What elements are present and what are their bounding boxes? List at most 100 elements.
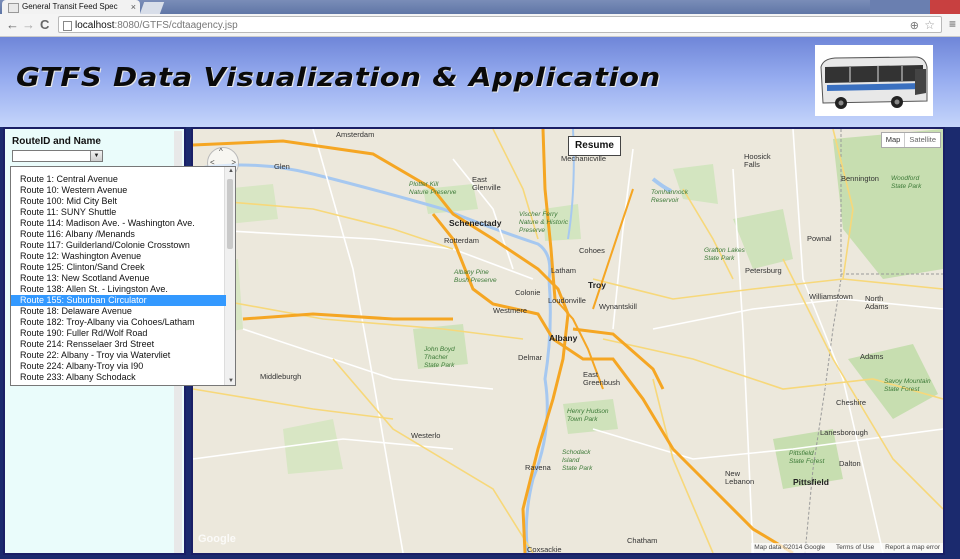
map-label-hoosick-falls: Hoosick Falls: [744, 152, 771, 169]
browser-toolbar: ← → C localhost:8080/GTFS/cdtaagency.jsp…: [0, 14, 960, 37]
scrollbar-thumb[interactable]: [227, 179, 233, 249]
scroll-up-icon[interactable]: ▲: [228, 168, 234, 174]
map-type-map-button[interactable]: Map: [882, 133, 905, 147]
tab-title: General Transit Feed Spec: [22, 2, 118, 11]
page-icon: [63, 21, 72, 31]
map-label-pittsfield-sf: Pittsfield State Forest: [789, 450, 825, 465]
route-option[interactable]: Route 18: Delaware Avenue: [11, 306, 226, 317]
browser-tab-bar: General Transit Feed Spec ×: [0, 0, 960, 14]
address-bar[interactable]: localhost:8080/GTFS/cdtaagency.jsp ⊕ ☆: [58, 16, 942, 33]
map-label-cheshire: Cheshire: [836, 398, 867, 407]
map-panel[interactable]: ^ < > Amsterdam Mechanicville Hoosick Fall…: [191, 127, 945, 555]
map-label-chatham: Chatham: [627, 536, 658, 545]
route-option[interactable]: Route 116: Albany /Menands: [11, 229, 226, 240]
close-tab-icon[interactable]: ×: [131, 0, 136, 14]
map-label-woodford: Woodford State Park: [891, 175, 922, 190]
page-header: GTFS Data Visualization & Application: [0, 37, 960, 127]
map-label-new-lebanon: New Lebanon: [725, 469, 755, 486]
route-option[interactable]: Route 190: Fuller Rd/Wolf Road: [11, 328, 226, 339]
map-label-loudonville: Loudonville: [548, 296, 586, 305]
map-label-schodack: Schodack Island State Park: [562, 449, 593, 472]
url-path: :8080/GTFS/cdtaagency.jsp: [114, 20, 238, 31]
map-label-ravena: Ravena: [525, 463, 551, 472]
minimize-button[interactable]: [870, 0, 900, 14]
map-label-east-greenbush: East Greenbush: [583, 370, 621, 387]
back-arrow-icon[interactable]: ←: [6, 17, 19, 33]
map-label-savoy: Savoy Mountain State Forest: [884, 378, 931, 393]
route-option[interactable]: Route 100: Mid City Belt: [11, 196, 226, 207]
map-label-dalton: Dalton: [839, 459, 861, 468]
map-data-credit: Map data ©2014 Google: [754, 544, 826, 551]
route-option[interactable]: Route 233: Albany Schodack: [11, 372, 226, 383]
route-option[interactable]: Route 22: Albany - Troy via Watervliet: [11, 350, 226, 361]
route-option[interactable]: Route 224: Albany-Troy via I90: [11, 361, 226, 372]
map-label-troy: Troy: [588, 280, 606, 290]
map-label-google: Google: [198, 533, 236, 545]
map-label-plotter-kill: Plotter Kill Nature Preserve: [409, 181, 457, 196]
route-option[interactable]: Route 12: Washington Avenue: [11, 251, 226, 262]
route-dropdown-list[interactable]: ▲ ▼ Route 1: Central Avenue Route 10: Wes…: [10, 166, 236, 386]
forward-arrow-icon[interactable]: →: [22, 17, 35, 33]
map-label-east-glenville: East Glenville: [472, 175, 501, 192]
route-option[interactable]: Route 214: Rensselaer 3rd Street: [11, 339, 226, 350]
route-option[interactable]: Route 114: Madison Ave. - Washington Ave…: [11, 218, 226, 229]
route-option[interactable]: Route 138: Allen St. - Livingston Ave.: [11, 284, 226, 295]
route-option[interactable]: Route 117: Guilderland/Colonie Crosstown: [11, 240, 226, 251]
close-window-button[interactable]: [930, 0, 960, 14]
map-label-amsterdam: Amsterdam: [336, 130, 375, 139]
map-label-tomhannock: Tomhannock Reservoir: [651, 189, 688, 204]
map-attribution: Map data ©2014 Google Terms of Use Repor…: [751, 543, 943, 553]
map-label-schenectady: Schenectady: [449, 218, 502, 228]
terms-of-use-link[interactable]: Terms of Use: [836, 544, 874, 551]
route-select[interactable]: ▼: [12, 150, 103, 162]
new-tab-button[interactable]: [139, 2, 165, 14]
maximize-button[interactable]: [900, 0, 930, 14]
route-option[interactable]: Route 125: Clinton/Sand Creek: [11, 262, 226, 273]
route-label: RouteID and Name: [12, 136, 101, 147]
resume-button[interactable]: Resume: [568, 136, 621, 156]
route-option[interactable]: Route 11: SUNY Shuttle: [11, 207, 226, 218]
map-label-latham: Latham: [551, 266, 577, 275]
map-label-wynantskill: Wynantskill: [599, 302, 637, 311]
map-label-bennington: Bennington: [841, 174, 879, 183]
page-favicon-icon: [8, 3, 19, 13]
route-option[interactable]: Route 1: Central Avenue: [11, 174, 226, 185]
map-label-grafton: Grafton Lakes State Park: [704, 247, 745, 262]
pan-up-icon[interactable]: ^: [219, 147, 223, 156]
reload-icon[interactable]: C: [40, 17, 49, 33]
zoom-icon[interactable]: ⊕: [910, 18, 919, 35]
map-label-delmar: Delmar: [518, 353, 543, 362]
map-type-control[interactable]: Map Satellite: [880, 132, 941, 148]
map-type-satellite-button[interactable]: Satellite: [904, 133, 940, 147]
map-label-rotterdam: Rotterdam: [444, 236, 480, 245]
route-option[interactable]: Route 13: New Scotland Avenue: [11, 273, 226, 284]
map-label-petersburg: Petersburg: [745, 266, 782, 275]
map-label-adams: Adams: [860, 352, 884, 361]
map-label-coxsackie: Coxsackie: [527, 545, 562, 554]
map-label-lanesborough: Lanesborough: [820, 428, 868, 437]
bus-image: [815, 45, 933, 116]
browser-tab[interactable]: General Transit Feed Spec ×: [2, 0, 140, 14]
map-label-westmere: Westmere: [493, 306, 528, 315]
scroll-down-icon[interactable]: ▼: [228, 378, 234, 384]
map-label-pownal: Pownal: [807, 234, 832, 243]
map-label-albany: Albany: [549, 333, 578, 343]
report-map-error-link[interactable]: Report a map error: [885, 544, 940, 551]
map-label-albany-pine: Albany Pine Bush Preserve: [454, 269, 497, 284]
url-host: localhost: [75, 20, 115, 31]
map-label-north-adams: North Adams: [865, 294, 889, 311]
route-option[interactable]: Route 182: Troy-Albany via Cohoes/Latham: [11, 317, 226, 328]
map-label-colonie: Colonie: [515, 288, 541, 297]
map-label-middleburgh: Middleburgh: [260, 372, 302, 381]
map-label-cohoes: Cohoes: [579, 246, 605, 255]
window-controls: [870, 0, 960, 14]
route-option[interactable]: Route 10: Western Avenue: [11, 185, 226, 196]
map-label-vischer-ferry: Vischer Ferry Nature & Historic Preserve: [519, 211, 569, 234]
route-option[interactable]: Route 155: Suburban Circulator: [11, 295, 226, 306]
page-bottom-strip: [0, 555, 960, 559]
menu-icon[interactable]: ≡: [949, 17, 956, 31]
map-label-mechanicville: Mechanicville: [561, 154, 607, 163]
chevron-down-icon[interactable]: ▼: [90, 151, 102, 161]
star-icon[interactable]: ☆: [924, 17, 935, 34]
map-label-john-boyd: John Boyd Thacher State Park: [424, 346, 455, 369]
